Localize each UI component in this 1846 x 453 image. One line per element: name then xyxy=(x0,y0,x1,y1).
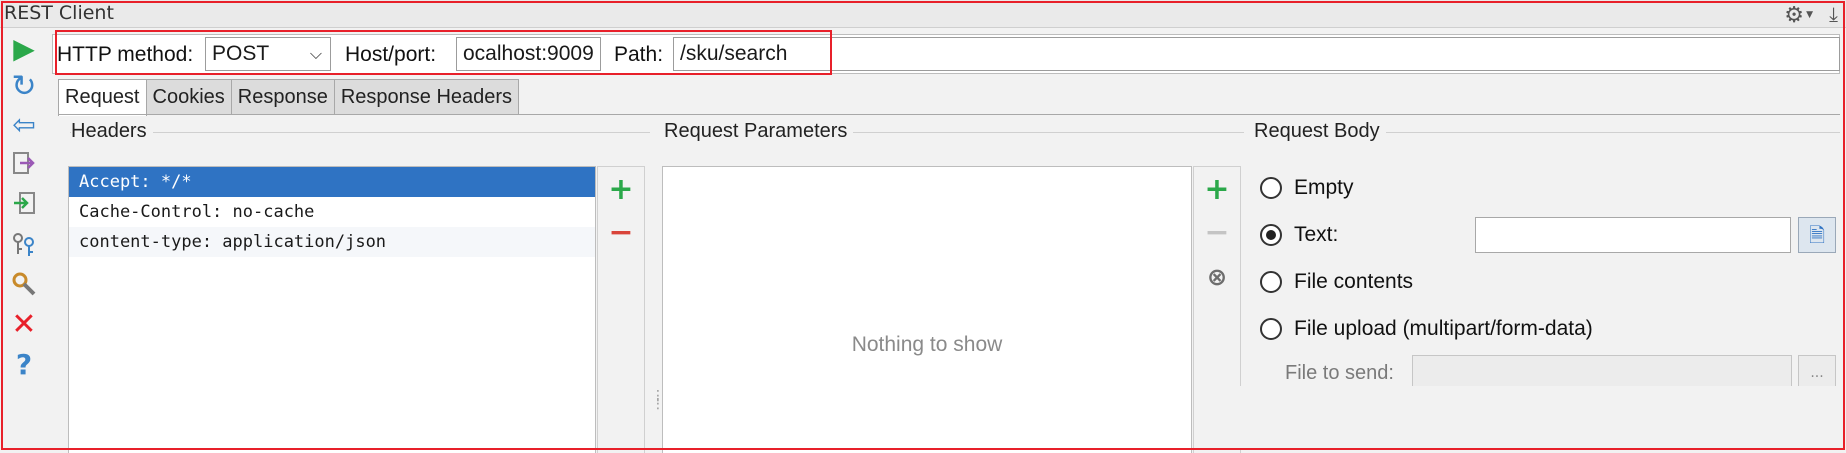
back-arrow-icon[interactable]: ⇦ xyxy=(8,106,40,142)
tab-bar: Request Cookies Response Response Header… xyxy=(58,79,520,116)
radio-button[interactable] xyxy=(1260,318,1282,340)
request-parameters-title: Request Parameters xyxy=(664,120,854,143)
title-bar: REST Client ⚙ ▼ ⤓ xyxy=(0,0,1846,28)
add-parameter-button[interactable]: + xyxy=(1194,175,1240,205)
clear-parameters-button[interactable]: ⊗ xyxy=(1194,262,1240,292)
radio-button[interactable] xyxy=(1260,177,1282,199)
headers-actions: + − xyxy=(597,166,645,453)
headers-title: Headers xyxy=(71,120,153,143)
request-parameters-list: Nothing to show xyxy=(662,166,1192,453)
chevron-down-icon[interactable]: ▼ xyxy=(1806,10,1813,20)
tab-response-headers[interactable]: Response Headers xyxy=(333,79,520,115)
table-row[interactable]: Cache-Control: no-cache xyxy=(69,197,595,227)
body-option-file-upload[interactable]: File upload (multipart/form-data) xyxy=(1260,314,1593,344)
keys-icon[interactable] xyxy=(8,226,40,262)
table-row[interactable]: Accept: */* xyxy=(69,167,595,197)
close-icon[interactable]: ✕ xyxy=(8,306,40,342)
radio-button[interactable] xyxy=(1260,224,1282,246)
host-port-input[interactable]: ocalhost:9009 xyxy=(456,37,601,71)
radio-button[interactable] xyxy=(1260,271,1282,293)
remove-header-button[interactable]: − xyxy=(598,218,644,248)
http-method-select[interactable]: POST ⌵ xyxy=(205,37,331,71)
radio-label: File upload (multipart/form-data) xyxy=(1294,317,1593,340)
tab-response[interactable]: Response xyxy=(230,79,335,115)
add-header-button[interactable]: + xyxy=(598,175,644,205)
window-title: REST Client xyxy=(4,2,114,24)
gear-icon[interactable]: ⚙ xyxy=(1784,3,1804,28)
parameters-actions: + − ⊗ xyxy=(1193,166,1241,453)
host-label: Host/port: xyxy=(345,43,437,66)
import-icon[interactable] xyxy=(8,186,40,222)
method-label: HTTP method: xyxy=(57,43,194,66)
headers-list: Accept: */* Cache-Control: no-cache cont… xyxy=(68,166,596,453)
chevron-down-icon: ⌵ xyxy=(309,46,322,63)
empty-state-text: Nothing to show xyxy=(851,333,1003,356)
radio-label: File contents xyxy=(1294,270,1414,293)
download-icon[interactable]: ⤓ xyxy=(1829,2,1838,26)
open-file-icon[interactable]: 🗎 xyxy=(1798,217,1836,253)
body-option-text[interactable]: Text: xyxy=(1260,220,1338,250)
path-input[interactable]: /sku/search xyxy=(673,37,1840,71)
tab-divider xyxy=(58,114,1840,115)
tab-request[interactable]: Request xyxy=(58,79,147,116)
table-row[interactable]: content-type: application/json xyxy=(69,227,595,257)
radio-label: Empty xyxy=(1294,176,1354,199)
export-icon[interactable] xyxy=(8,146,40,182)
radio-label: Text: xyxy=(1294,223,1339,246)
method-value: POST xyxy=(212,42,270,65)
body-option-empty[interactable]: Empty xyxy=(1260,173,1354,203)
rest-client-window: REST Client ⚙ ▼ ⤓ ▶ ↻ ⇦ ✕ ? HTTP method:… xyxy=(0,0,1846,453)
file-to-send-input[interactable] xyxy=(1412,355,1792,387)
wrench-icon[interactable] xyxy=(8,266,40,302)
splitter-handle[interactable]: ⋮⋮ xyxy=(651,389,665,422)
body-option-file-contents[interactable]: File contents xyxy=(1260,267,1413,297)
body-text-input[interactable] xyxy=(1475,217,1791,253)
panel-background xyxy=(1240,386,1840,450)
file-to-send-label: File to send: xyxy=(1285,362,1394,384)
left-toolbar: ▶ ↻ ⇦ ✕ ? xyxy=(2,30,52,450)
path-label: Path: xyxy=(614,43,664,66)
remove-parameter-button[interactable]: − xyxy=(1194,218,1240,248)
tab-cookies[interactable]: Cookies xyxy=(145,79,232,115)
request-body-title: Request Body xyxy=(1254,120,1386,143)
refresh-icon[interactable]: ↻ xyxy=(8,68,40,104)
play-icon[interactable]: ▶ xyxy=(8,30,40,66)
divider xyxy=(70,132,650,133)
help-icon[interactable]: ? xyxy=(8,346,40,382)
browse-file-button[interactable]: ... xyxy=(1798,355,1836,387)
